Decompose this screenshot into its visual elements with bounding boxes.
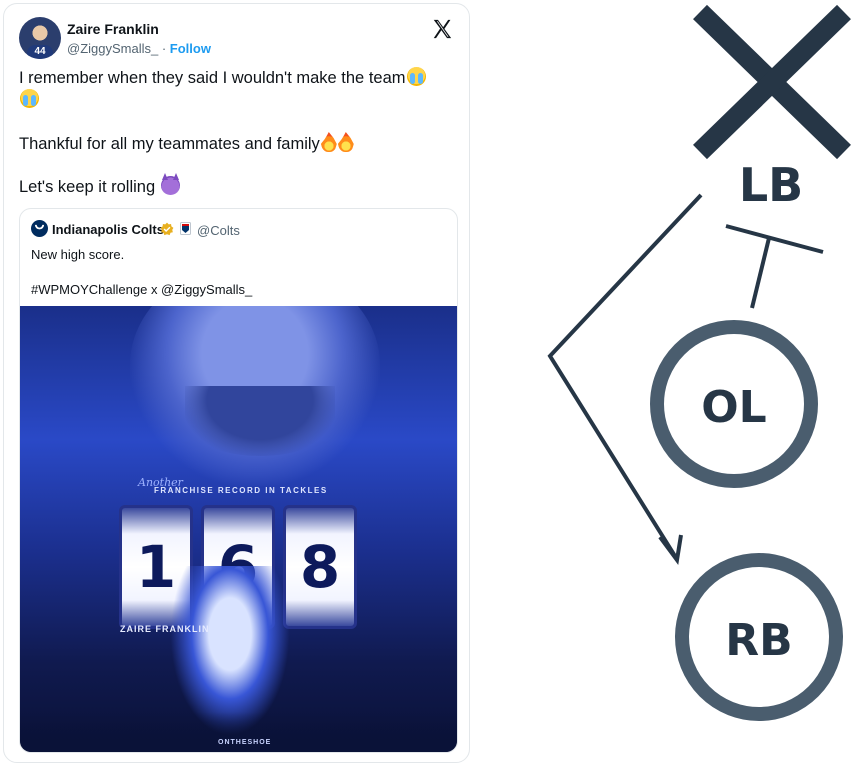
tweet-line-1-text: I remember when they said I wouldn't mak… [19, 69, 406, 87]
fire-icon [320, 132, 337, 152]
quoted-tweet[interactable]: Indianapolis Colts @Colts New high score… [19, 208, 458, 753]
meta-separator: · [158, 41, 170, 56]
tweet-line-3-text: Let's keep it rolling [19, 178, 160, 196]
field-shadow [20, 712, 457, 752]
tweet-card[interactable]: 44 Zaire Franklin @ZiggySmalls_ · Follow… [3, 3, 470, 763]
author-handle[interactable]: @ZiggySmalls_ [67, 41, 158, 56]
rb-circle: RB [675, 553, 843, 721]
colts-horseshoe-icon[interactable] [31, 220, 48, 237]
ol-circle: OL [650, 320, 818, 488]
quote-line-1: New high score. [31, 247, 125, 262]
tweet-text: I remember when they said I wouldn't mak… [19, 67, 459, 219]
nfl-affiliate-icon [180, 222, 191, 235]
x-logo-icon[interactable] [431, 18, 453, 40]
tweet-line-2: Thankful for all my teammates and family [19, 132, 459, 155]
play-diagram: LB OL RB [547, 4, 851, 721]
media-player-name: ZAIRE FRANKLIN [120, 624, 210, 634]
slot-reel-digit: 8 [283, 505, 357, 629]
media-headline: FRANCHISE RECORD IN TACKLES [154, 486, 328, 495]
fire-icon [337, 132, 354, 152]
author-avatar[interactable]: 44 [19, 17, 61, 59]
block-marker [725, 224, 824, 309]
author-meta: @ZiggySmalls_ · Follow [67, 41, 211, 56]
tweet-line-2-text: Thankful for all my teammates and family [19, 135, 320, 153]
media-footer-logo: ONTHESHOE [218, 739, 272, 746]
tweet-line-3: Let's keep it rolling [19, 173, 459, 198]
defender-x-icon [693, 4, 851, 160]
quote-author-name[interactable]: Indianapolis Colts [52, 222, 164, 237]
ol-label: OL [701, 382, 766, 433]
lb-label: LB [739, 158, 803, 212]
tweet-line-1: I remember when they said I wouldn't mak… [19, 67, 459, 111]
follow-button[interactable]: Follow [170, 41, 211, 56]
author-name[interactable]: Zaire Franklin [67, 21, 159, 37]
tackle-action-graphic [170, 566, 290, 736]
verified-badge-icon [160, 222, 174, 236]
quote-line-2[interactable]: #WPMOYChallenge x @ZiggySmalls_ [31, 281, 252, 298]
rb-label: RB [725, 615, 792, 666]
quote-author-handle[interactable]: @Colts [197, 223, 240, 238]
jersey-number: 44 [27, 45, 53, 59]
smiling-devil-icon [160, 173, 180, 195]
player-beard-graphic [185, 386, 335, 456]
quote-media-image[interactable]: Another FRANCHISE RECORD IN TACKLES 1 6 … [20, 306, 457, 752]
loudly-crying-face-icon [406, 67, 426, 86]
loudly-crying-face-icon [20, 89, 39, 108]
